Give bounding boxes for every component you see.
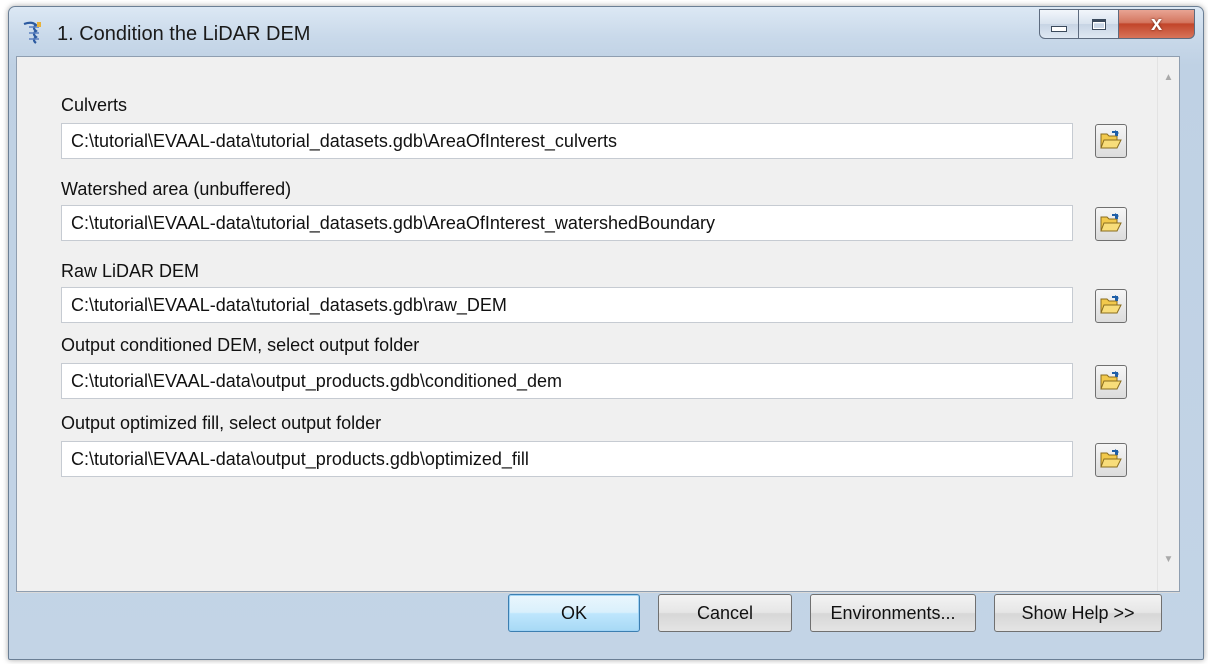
close-icon: x (1150, 13, 1163, 35)
title-bar[interactable]: 1. Condition the LiDAR DEM x (9, 7, 1203, 63)
culverts-browse-button[interactable] (1095, 124, 1127, 158)
cancel-button[interactable]: Cancel (658, 594, 792, 632)
close-button[interactable]: x (1119, 9, 1195, 39)
environments-button[interactable]: Environments... (810, 594, 976, 632)
folder-open-icon (1100, 129, 1122, 153)
output-conditioned-dem-label: Output conditioned DEM, select output fo… (61, 335, 420, 355)
minimize-button[interactable] (1039, 9, 1079, 39)
output-optimized-fill-label: Output optimized fill, select output fol… (61, 413, 382, 433)
button-bar-divider (16, 592, 1180, 593)
vertical-scrollbar[interactable]: ▲ ▼ (1157, 57, 1179, 591)
folder-open-icon (1100, 370, 1122, 394)
maximize-button[interactable] (1079, 9, 1119, 39)
watershed-area-label: Watershed area (unbuffered) (61, 179, 292, 199)
folder-open-icon (1100, 294, 1122, 318)
culverts-input[interactable] (61, 123, 1073, 159)
output-optimized-fill-input[interactable] (61, 441, 1073, 477)
minimize-icon (1051, 26, 1067, 32)
folder-open-icon (1100, 212, 1122, 236)
culverts-label: Culverts (61, 95, 128, 115)
raw-lidar-dem-input[interactable] (61, 287, 1073, 323)
ok-button[interactable]: OK (508, 594, 640, 632)
parameters-panel: ▲ ▼ Culverts Watershed area (unbuffered)… (16, 56, 1180, 592)
watershed-area-input[interactable] (61, 205, 1073, 241)
output-optimized-fill-browse-button[interactable] (1095, 443, 1127, 477)
raw-lidar-dem-browse-button[interactable] (1095, 289, 1127, 323)
window-title: 1. Condition the LiDAR DEM (57, 23, 311, 45)
scroll-down-icon[interactable]: ▼ (1158, 549, 1179, 569)
raw-lidar-dem-label: Raw LiDAR DEM (61, 261, 200, 281)
maximize-icon (1091, 18, 1106, 30)
scroll-up-icon[interactable]: ▲ (1158, 67, 1179, 87)
show-help-button[interactable]: Show Help >> (994, 594, 1162, 632)
output-conditioned-dem-input[interactable] (61, 363, 1073, 399)
folder-open-icon (1100, 448, 1122, 472)
watershed-area-browse-button[interactable] (1095, 207, 1127, 241)
output-conditioned-dem-browse-button[interactable] (1095, 365, 1127, 399)
caption-buttons: x (1039, 9, 1195, 41)
toolbox-script-icon (21, 21, 43, 47)
